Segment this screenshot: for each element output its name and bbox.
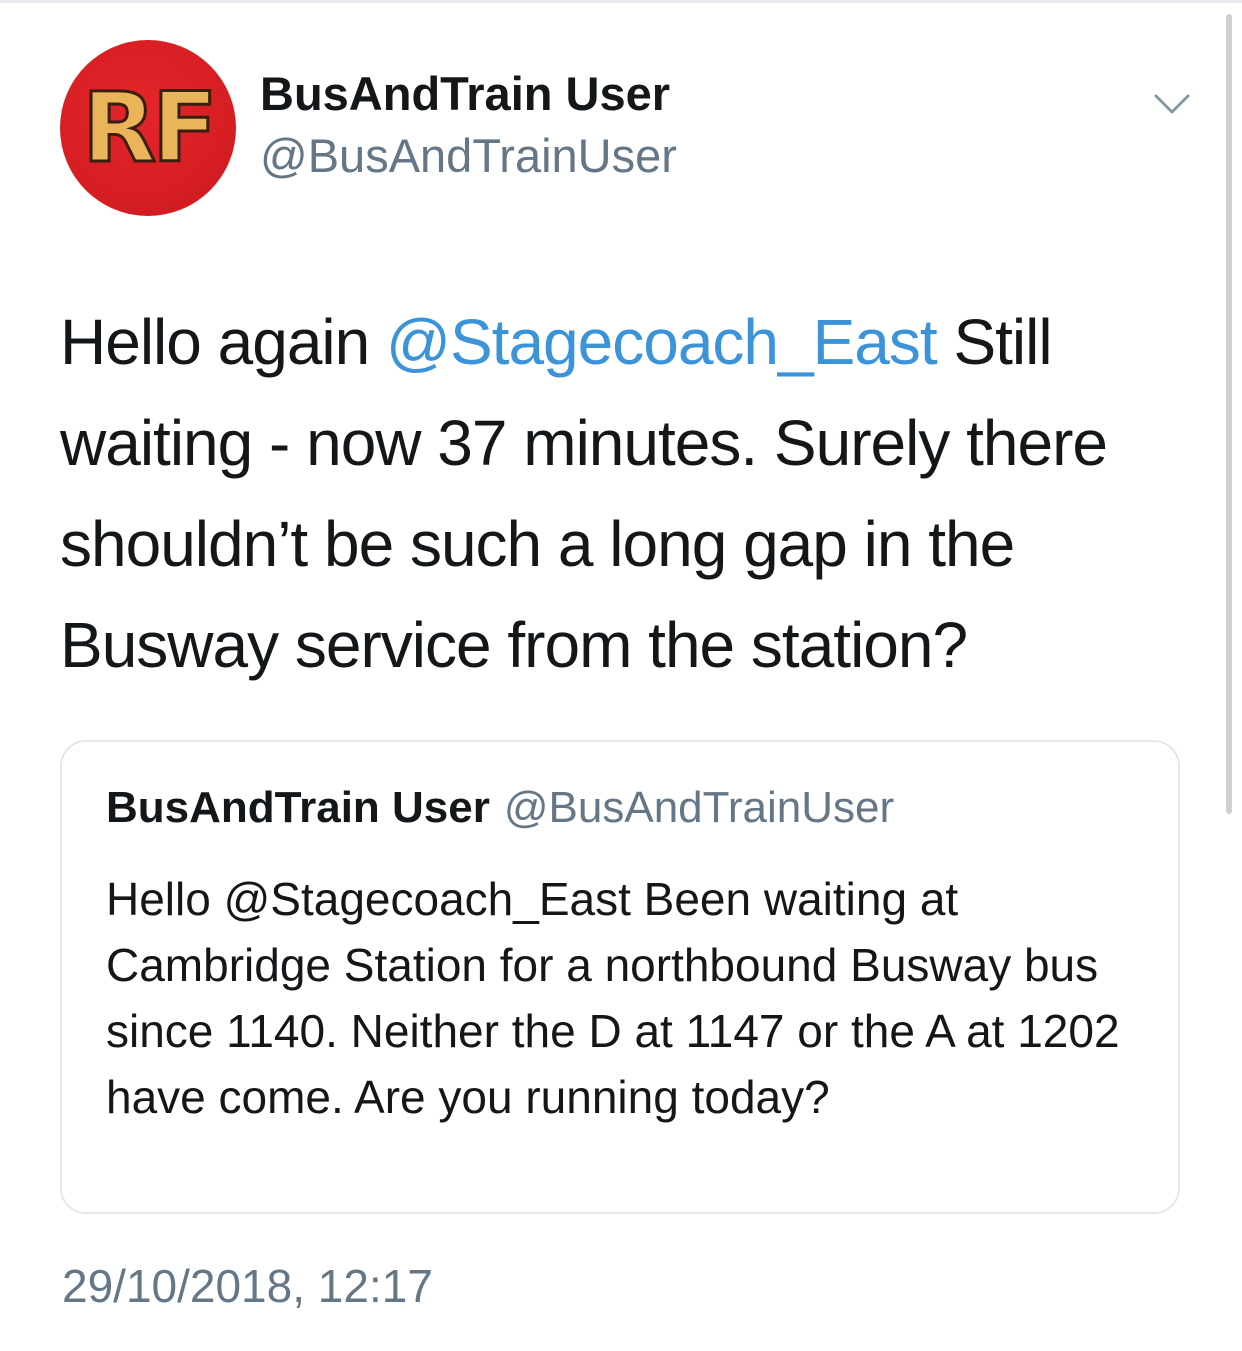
quoted-tweet-card[interactable]: BusAndTrain User @BusAndTrainUser Hello @… [60,740,1180,1214]
scrollbar[interactable] [1226,14,1232,814]
quoted-author-handle: @BusAndTrainUser [503,783,895,832]
quoted-tweet-text: Hello @Stagecoach_East Been waiting at C… [106,873,1120,1123]
quoted-author-name: BusAndTrain User [106,783,490,832]
tweet-text: Hello again @Stagecoach_East Still waiti… [60,292,1210,696]
chevron-down-icon[interactable] [1152,84,1192,124]
author-handle[interactable]: @BusAndTrainUser [260,128,677,184]
avatar-monogram: RF [81,72,220,184]
quoted-tweet-header: BusAndTrain User @BusAndTrainUser [106,782,894,834]
mention-link[interactable]: @Stagecoach_East [386,306,938,378]
author-display-name[interactable]: BusAndTrain User [260,66,670,122]
tweet-timestamp[interactable]: 29/10/2018, 12:17 [62,1258,433,1314]
top-divider [0,0,1242,3]
tweet-text-start: Hello again [60,306,386,378]
avatar[interactable]: RF [60,40,236,216]
